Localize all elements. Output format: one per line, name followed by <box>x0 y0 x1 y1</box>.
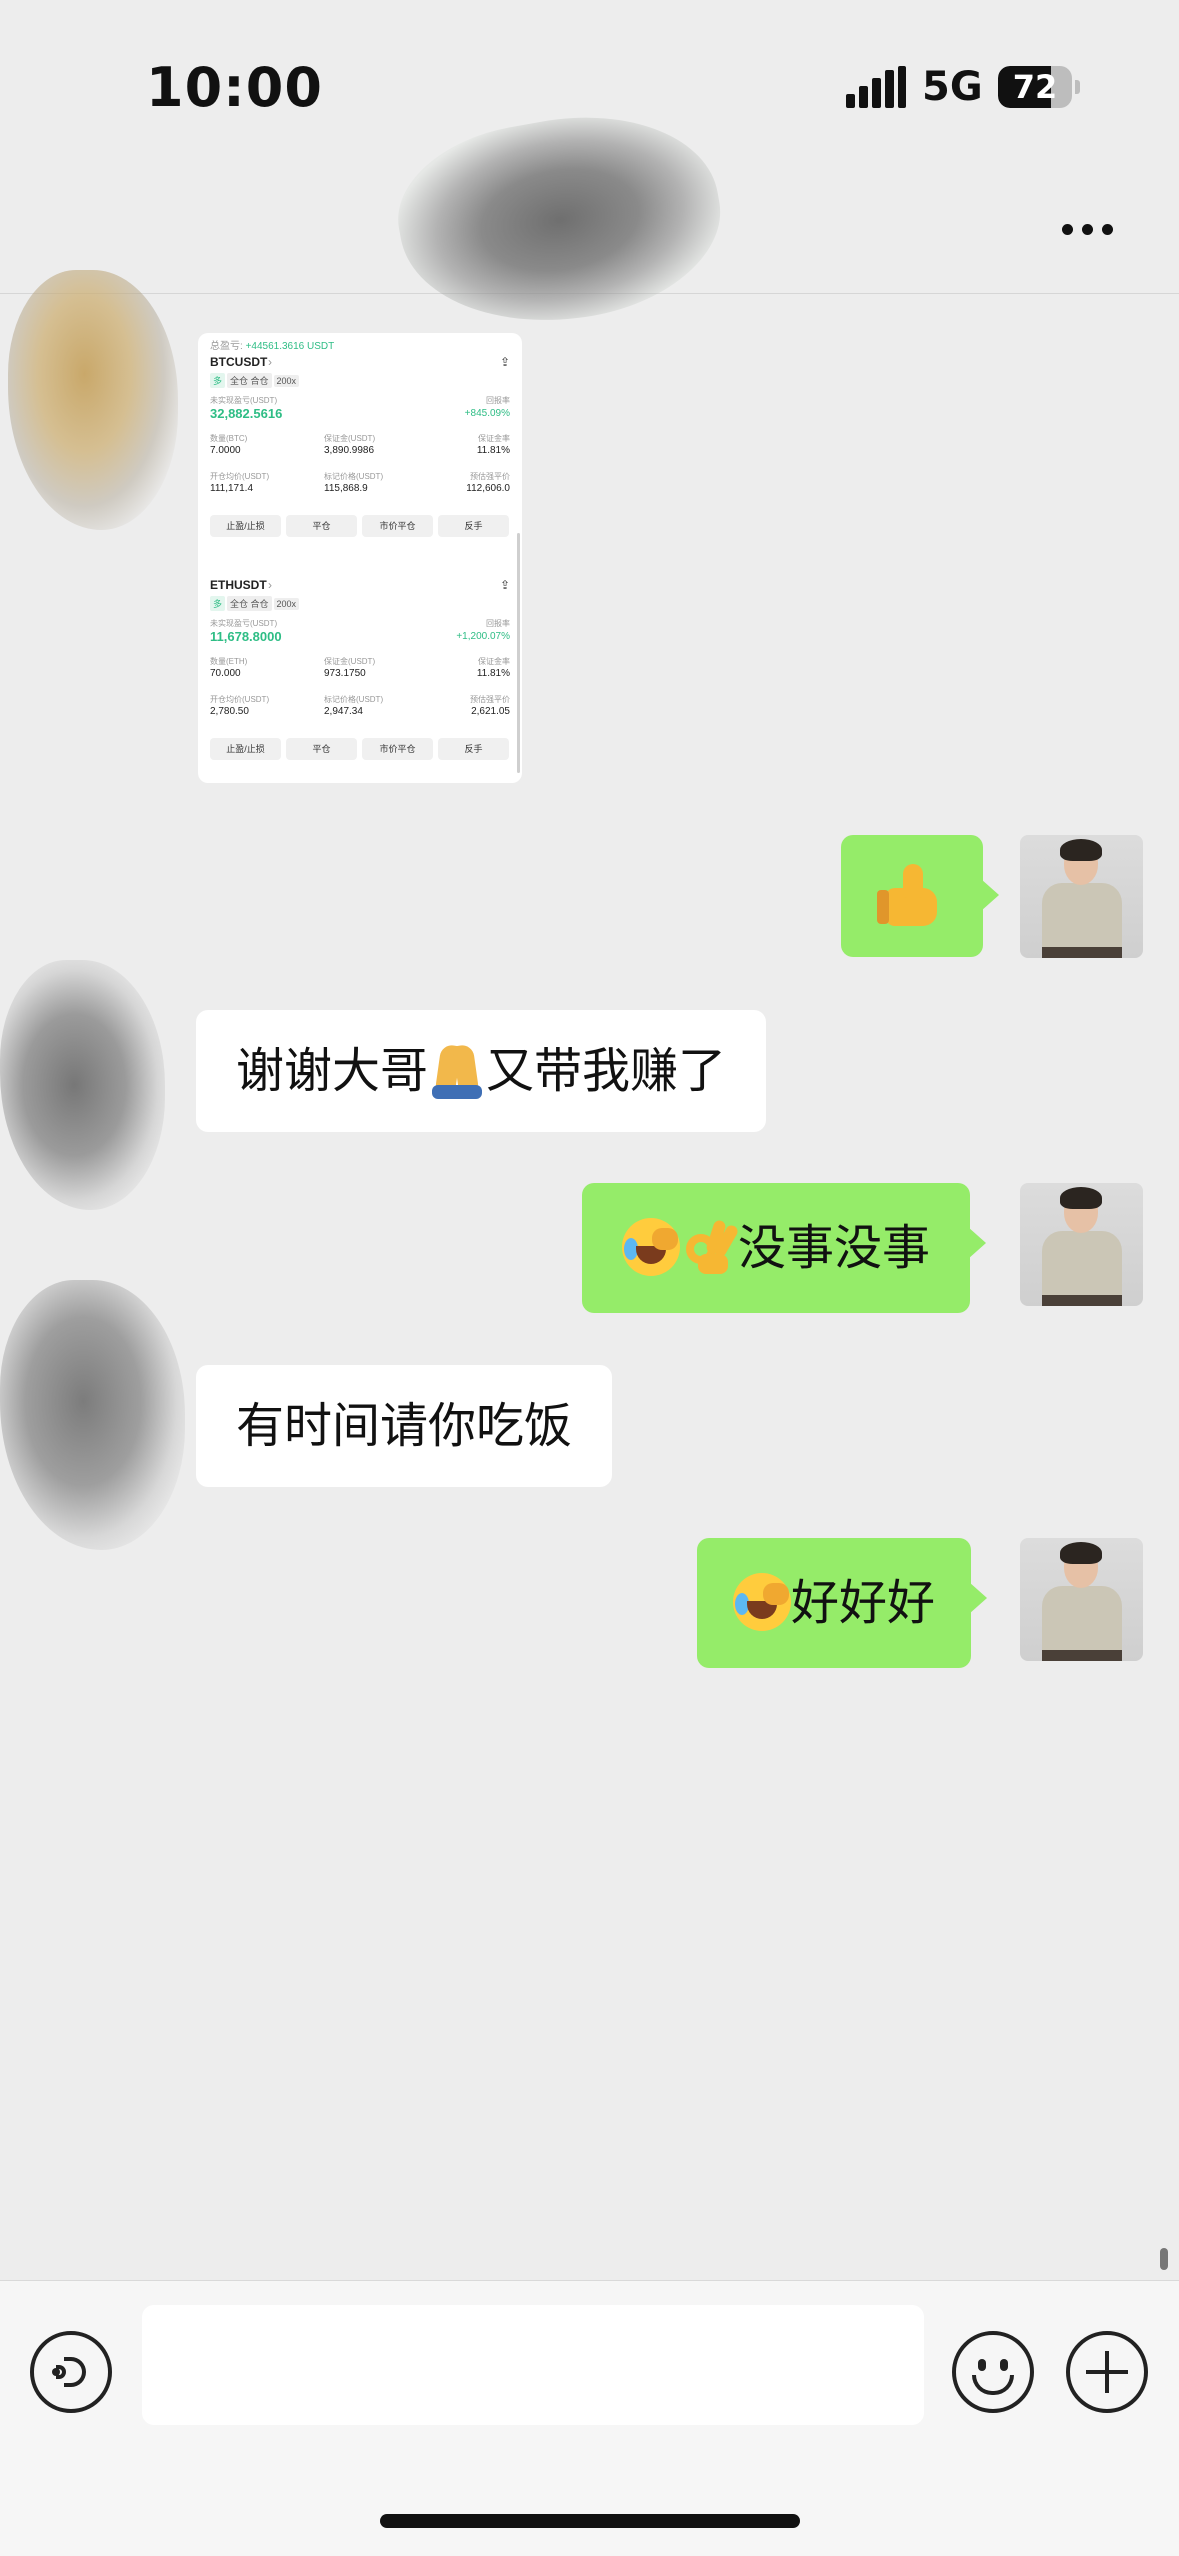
entry-value: 2,780.50 <box>210 706 249 717</box>
cellular-signal-icon <box>846 66 906 108</box>
position-card-eth: ETHUSDT › ⇪ 多全仓 合仓 200x 未实现盈亏(USDT) 回报率 1… <box>198 578 522 783</box>
margin-ratio-label: 保证金率 <box>478 434 510 443</box>
message-text: 有时间请你吃饭 <box>236 1398 573 1454</box>
roe-label: 回报率 <box>486 619 510 628</box>
margin-ratio-value: 11.81% <box>476 668 510 679</box>
message-bubble-outgoing[interactable]: 好好好 <box>697 1538 988 1668</box>
chevron-right-icon: › <box>268 355 272 369</box>
position-symbol: BTCUSDT <box>210 355 268 369</box>
my-avatar[interactable] <box>1020 1183 1143 1306</box>
qty-value: 70.000 <box>210 668 241 679</box>
image-scrollbar <box>517 533 520 773</box>
position-card-btc: BTCUSDT › ⇪ 多全仓 合仓 200x 未实现盈亏(USDT) 回报率 3… <box>198 355 522 575</box>
qty-value: 7.0000 <box>210 445 241 456</box>
entry-label: 开仓均价(USDT) <box>210 695 270 704</box>
home-indicator[interactable] <box>380 2514 800 2528</box>
rofl-icon <box>733 1573 791 1631</box>
position-tags: 多全仓 合仓 200x <box>210 596 301 611</box>
tp-sl-button[interactable]: 止盈/止损 <box>210 515 281 537</box>
folded-hands-icon <box>428 1041 486 1099</box>
tp-sl-button[interactable]: 止盈/止损 <box>210 738 281 760</box>
margin-ratio-label: 保证金率 <box>478 657 510 666</box>
entry-value: 111,171.4 <box>210 483 254 494</box>
message-text: 又带我赚了 <box>486 1043 727 1099</box>
position-tags: 多全仓 合仓 200x <box>210 373 301 388</box>
message-text: 好好好 <box>791 1575 936 1631</box>
pnl-label: 未实现盈亏(USDT) <box>210 619 278 628</box>
qty-label: 数量(ETH) <box>210 657 248 666</box>
margin-ratio-value: 11.81% <box>476 445 510 456</box>
battery-cap <box>1075 80 1080 94</box>
thumbs-up-icon <box>877 860 947 930</box>
message-bubble-outgoing[interactable] <box>841 835 999 957</box>
image-message-trading-screenshot[interactable]: 总盈亏: +44561.3616 USDT BTCUSDT › ⇪ 多全仓 合仓… <box>198 333 522 783</box>
roe-label: 回报率 <box>486 396 510 405</box>
message-bubble-outgoing[interactable]: 没事没事 <box>582 1183 987 1313</box>
position-actions: 止盈/止损 平仓 市价平仓 反手 <box>210 515 510 537</box>
status-time: 10:00 <box>146 56 323 119</box>
position-symbol: ETHUSDT <box>210 578 267 592</box>
pnl-label: 未实现盈亏(USDT) <box>210 396 278 405</box>
message-text: 没事没事 <box>738 1220 931 1276</box>
battery-level: 72 <box>1012 68 1058 106</box>
liq-label: 预估强平价 <box>470 472 510 481</box>
mark-value: 115,868.9 <box>324 483 368 494</box>
voice-icon[interactable] <box>30 2331 112 2413</box>
margin-value: 973.1750 <box>324 668 366 679</box>
position-actions: 止盈/止损 平仓 市价平仓 反手 <box>210 738 510 760</box>
liq-value: 2,621.05 <box>471 706 510 717</box>
message-text: 谢谢大哥 <box>236 1043 429 1099</box>
liq-label: 预估强平价 <box>470 695 510 704</box>
close-button[interactable]: 平仓 <box>286 515 357 537</box>
network-type: 5G <box>922 64 983 110</box>
emoji-icon[interactable] <box>952 2331 1034 2413</box>
margin-value: 3,890.9986 <box>324 445 375 456</box>
total-pnl: 总盈亏: +44561.3616 USDT <box>210 341 335 352</box>
ok-hand-icon <box>680 1218 740 1276</box>
unrealized-pnl: 11,678.8000 <box>210 629 282 644</box>
chat-scrollbar[interactable] <box>1160 2248 1168 2270</box>
qty-label: 数量(BTC) <box>210 434 248 443</box>
market-close-button[interactable]: 市价平仓 <box>362 738 433 760</box>
margin-label: 保证金(USDT) <box>324 434 376 443</box>
roe-value: +845.09% <box>464 408 510 419</box>
reverse-button[interactable]: 反手 <box>438 515 509 537</box>
unrealized-pnl: 32,882.5616 <box>210 406 283 421</box>
reverse-button[interactable]: 反手 <box>438 738 509 760</box>
redacted-avatar[interactable] <box>0 960 165 1210</box>
redacted-avatar[interactable] <box>8 270 178 530</box>
mark-value: 2,947.34 <box>324 706 363 717</box>
my-avatar[interactable] <box>1020 835 1143 958</box>
roe-value: +1,200.07% <box>456 631 510 642</box>
redacted-avatar[interactable] <box>0 1280 185 1550</box>
battery-icon: 72 <box>998 66 1072 108</box>
message-input[interactable] <box>142 2305 924 2425</box>
mark-label: 标记价格(USDT) <box>324 695 384 704</box>
mark-label: 标记价格(USDT) <box>324 472 384 481</box>
share-icon[interactable]: ⇪ <box>500 355 510 369</box>
margin-label: 保证金(USDT) <box>324 657 376 666</box>
entry-label: 开仓均价(USDT) <box>210 472 270 481</box>
my-avatar[interactable] <box>1020 1538 1143 1661</box>
close-button[interactable]: 平仓 <box>286 738 357 760</box>
liq-value: 112,606.0 <box>466 483 510 494</box>
rofl-icon <box>622 1218 680 1276</box>
share-icon[interactable]: ⇪ <box>500 578 510 592</box>
plus-icon[interactable] <box>1066 2331 1148 2413</box>
chevron-right-icon: › <box>268 578 272 592</box>
message-bubble-incoming[interactable]: 有时间请你吃饭 <box>196 1365 613 1487</box>
message-bubble-incoming[interactable]: 谢谢大哥 又带我赚了 <box>196 1010 767 1132</box>
more-dots-icon[interactable] <box>1058 218 1118 238</box>
market-close-button[interactable]: 市价平仓 <box>362 515 433 537</box>
